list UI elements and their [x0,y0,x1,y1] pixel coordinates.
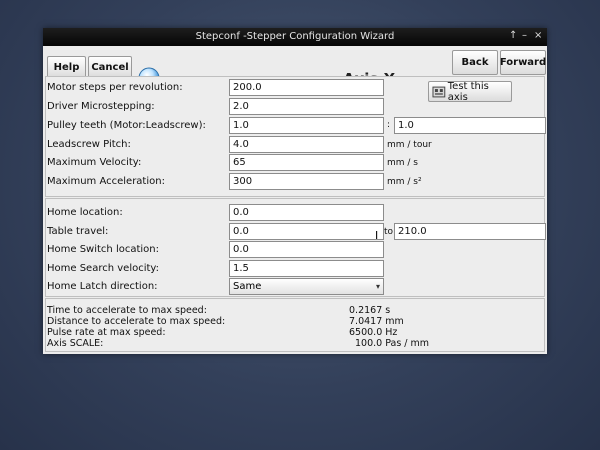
home-latch-value: Same [233,281,262,292]
pitch-label: Leadscrew Pitch: [47,139,131,150]
text-cursor-icon: I [375,229,379,242]
home-latch-label: Home Latch direction: [47,281,158,292]
table-travel-from-input[interactable]: 0.0 [229,223,384,240]
monitor-background: Stepconf -Stepper Configuration Wizard ↑… [0,0,600,450]
home-settings-panel: Home location: 0.0 Table travel: 0.0 to … [45,198,546,297]
table-travel-label: Table travel: [47,226,109,237]
pulley-screw-input[interactable]: 1.0 [394,117,546,134]
velocity-label: Maximum Velocity: [47,157,142,168]
acceleration-label: Maximum Acceleration: [47,176,165,187]
steps-input[interactable]: 200.0 [229,79,384,96]
test-axis-label: Test this axis [447,80,489,103]
home-switch-label: Home Switch location: [47,244,159,255]
chevron-down-icon: ▾ [375,282,380,291]
back-button[interactable]: Back [452,50,498,75]
acceleration-unit: mm / s² [387,177,422,187]
pitch-unit: mm / tour [387,140,432,150]
scale-label: Axis SCALE: [47,338,104,349]
info-panel: Time to accelerate to max speed: 0.2167 … [45,298,545,352]
pulley-motor-input[interactable]: 1.0 [229,117,384,134]
steps-label: Motor steps per revolution: [47,82,183,93]
home-latch-select[interactable]: Same ▾ [229,278,384,295]
close-icon[interactable]: × [534,30,542,41]
home-search-label: Home Search velocity: [47,263,159,274]
microstep-label: Driver Microstepping: [47,101,155,112]
window-title: Stepconf -Stepper Configuration Wizard [195,31,395,42]
table-travel-to-input[interactable]: 210.0 [394,223,546,240]
title-bar: Stepconf -Stepper Configuration Wizard ↑… [43,28,547,46]
pulse-label: Pulse rate at max speed: [47,327,166,338]
pulley-label: Pulley teeth (Motor:Leadscrew): [47,120,206,131]
pitch-input[interactable]: 4.0 [229,136,384,153]
distance-value: 7.0417 mm [349,316,404,327]
distance-label: Distance to accelerate to max speed: [47,316,226,327]
forward-button[interactable]: Forward [500,50,546,75]
pulley-separator: : [387,120,391,130]
home-location-input[interactable]: 0.0 [229,204,384,221]
minimize-icon[interactable]: – [522,30,527,41]
stepconf-window: Stepconf -Stepper Configuration Wizard ↑… [43,28,547,354]
pulse-value: 6500.0 Hz [349,327,398,338]
home-search-input[interactable]: 1.5 [229,260,384,277]
time-value: 0.2167 s [349,305,391,316]
microstep-input[interactable]: 2.0 [229,98,384,115]
help-button[interactable]: Help [47,56,86,78]
acceleration-input[interactable]: 300 [229,173,384,190]
velocity-unit: mm / s [387,158,418,168]
velocity-input[interactable]: 65 [229,154,384,171]
maximize-icon[interactable]: ↑ [509,30,517,41]
scale-value: 100.0 Pas / mm [355,338,430,349]
travel-to-label: to [384,227,394,237]
home-location-label: Home location: [47,207,123,218]
time-label: Time to accelerate to max speed: [47,305,207,316]
motor-settings-panel: Motor steps per revolution: 200.0 Test t… [45,76,546,197]
cancel-button[interactable]: Cancel [88,56,132,78]
test-axis-button[interactable]: Test this axis [428,80,512,103]
test-axis-icon [432,86,446,97]
home-switch-input[interactable]: 0.0 [229,241,384,258]
